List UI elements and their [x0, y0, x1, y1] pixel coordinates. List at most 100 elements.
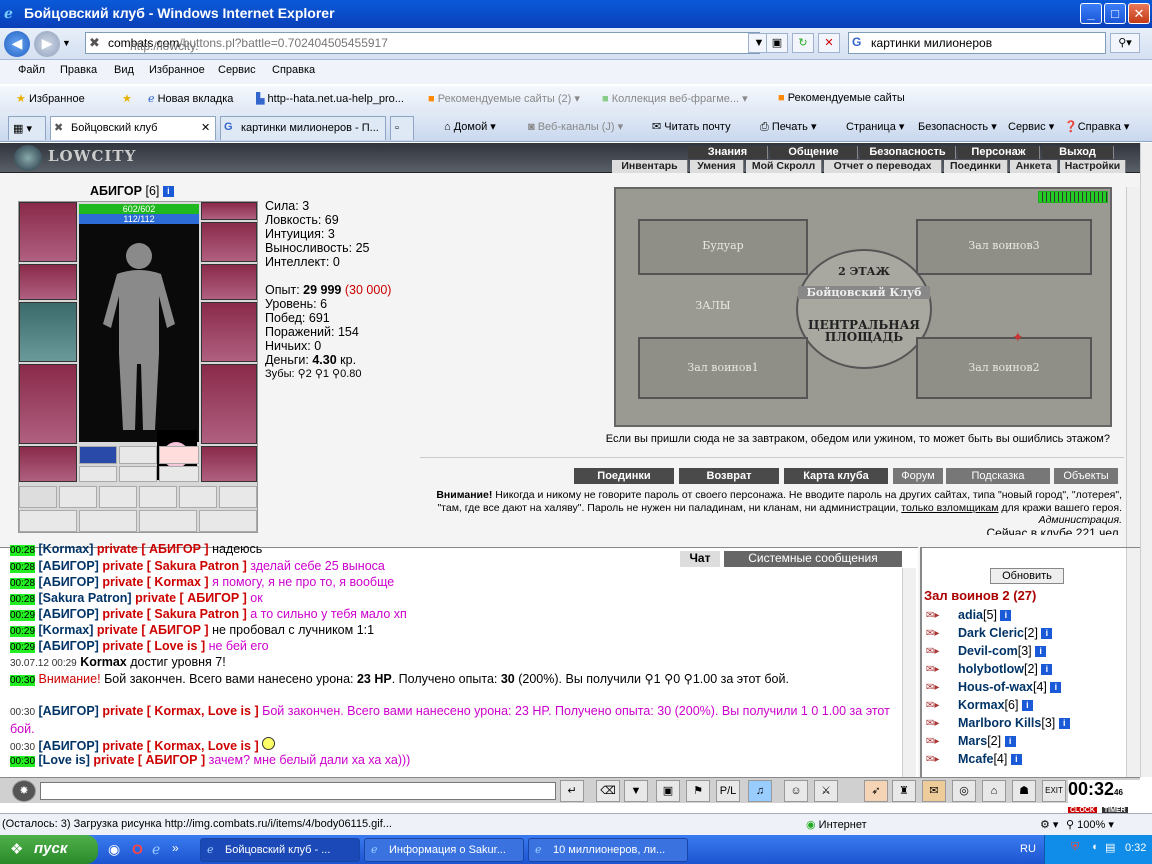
quicklaunch-more-icon[interactable]: » [172, 841, 179, 855]
user-info-icon[interactable]: i [1000, 610, 1012, 622]
user-info-icon[interactable]: i [1004, 736, 1016, 748]
menu-help[interactable]: Справка [272, 64, 315, 76]
arrow-action-icon[interactable]: ➶ [864, 780, 888, 802]
user-item[interactable]: Dark Cleric[2] i [958, 626, 1053, 640]
user-info-icon[interactable]: i [1041, 628, 1053, 640]
fav-link-suggested-2[interactable]: ■ Рекомендуемые сайты [778, 92, 905, 104]
read-mail-button[interactable]: ✉ Читать почту [652, 120, 731, 133]
refresh-users-button[interactable]: Обновить [990, 568, 1064, 584]
room-hall-2[interactable]: Зал воинов2 [916, 337, 1092, 399]
nav-communication[interactable]: Общение [770, 146, 858, 159]
tab-chat[interactable]: Чат [680, 551, 720, 567]
user-item[interactable]: Devil-com[3] i [958, 644, 1047, 658]
private-msg-icon[interactable]: ✉▸ [926, 736, 948, 748]
compat-view-icon[interactable]: ▣ [766, 33, 788, 53]
save-log-icon[interactable]: ▣ [656, 780, 680, 802]
room-hall-1[interactable]: Зал воинов1 [638, 337, 808, 399]
menu-file[interactable]: Файл [18, 64, 45, 76]
back-button[interactable]: ◀ [4, 31, 30, 57]
slot-belt[interactable] [19, 446, 77, 482]
cat-icon[interactable]: ☗ [1012, 780, 1036, 802]
chat-filter-icon[interactable]: ✸ [12, 780, 36, 802]
maximize-button[interactable]: □ [1104, 3, 1126, 24]
user-info-icon[interactable]: i [1050, 682, 1062, 694]
help-menu-button[interactable]: ❓Справка ▾ [1064, 120, 1129, 133]
clan-icon[interactable]: ⚔ [814, 780, 838, 802]
user-info-icon[interactable]: i [1041, 664, 1053, 676]
nav-character[interactable]: Персонаж [958, 146, 1040, 159]
room-boudoir[interactable]: Будуар [638, 219, 808, 275]
slot-earrings[interactable] [201, 202, 257, 220]
user-info-icon[interactable]: i [1021, 700, 1033, 712]
slot-bracers[interactable] [19, 264, 77, 300]
tab-millionaires[interactable]: G картинки милионеров - П... [220, 116, 386, 140]
slot-scroll-empty-4[interactable] [179, 486, 217, 508]
fav-link-webslice[interactable]: ■ Коллекция веб-фрагме... ▾ [602, 92, 748, 105]
slot-empty-2[interactable] [79, 466, 117, 482]
subnav-transfers[interactable]: Отчет о переводах [824, 160, 942, 173]
slot-weapon-bow[interactable] [19, 302, 77, 362]
nav-security[interactable]: Безопасность [860, 146, 956, 159]
user-item[interactable]: Marlboro Kills[3] i [958, 716, 1070, 730]
private-msg-icon[interactable]: ✉▸ [926, 754, 948, 766]
hint-button[interactable]: Подсказка [946, 468, 1050, 484]
chrome-quicklaunch-icon[interactable]: ◉ [108, 841, 120, 858]
user-item[interactable]: Mars[2] i [958, 734, 1016, 748]
ie-quicklaunch-icon[interactable]: ℯ [152, 841, 160, 858]
task-fight-club[interactable]: ℯ Бойцовский клуб - ... [200, 838, 360, 862]
objects-button[interactable]: Объекты [1054, 468, 1118, 484]
battles-button[interactable]: Поединки [574, 468, 674, 484]
private-msg-icon[interactable]: ✉▸ [926, 610, 948, 622]
new-tab-button[interactable]: ▫ [390, 116, 414, 140]
slot-helmet[interactable] [19, 202, 77, 262]
exit-icon[interactable]: EXIT [1042, 780, 1066, 802]
address-input[interactable]: ✖ http://lowcity. combats.com/buttons.pl?… [85, 32, 760, 54]
subnav-settings[interactable]: Настройки [1060, 160, 1126, 173]
user-info-icon[interactable]: i [1010, 754, 1022, 766]
slot-gloves[interactable] [201, 264, 257, 300]
subnav-inventory[interactable]: Инвентарь [612, 160, 688, 173]
browser-scrollbar[interactable] [1140, 143, 1152, 777]
home-button[interactable]: ⌂ Домой ▾ [444, 120, 496, 133]
safety-menu-button[interactable]: Безопасность ▾ [918, 120, 997, 133]
search-input[interactable]: G картинки милионеров [848, 32, 1106, 54]
chat-scrollbar[interactable] [902, 568, 916, 778]
opera-quicklaunch-icon[interactable]: O [132, 841, 143, 857]
smiles-icon[interactable]: ☺ [784, 780, 808, 802]
slot-rings[interactable] [201, 222, 257, 262]
user-item[interactable]: Hous-of-wax[4] i [958, 680, 1062, 694]
task-sakura-info[interactable]: ℯ Информация о Sakur... [364, 838, 524, 862]
slot-boots[interactable] [201, 446, 257, 482]
char-info-icon[interactable]: i [162, 186, 174, 198]
private-msg-icon[interactable]: ✉▸ [926, 628, 948, 640]
userlist-scrollbar[interactable] [1126, 548, 1140, 778]
user-info-icon[interactable]: i [1035, 646, 1047, 658]
slot-potion[interactable] [159, 446, 199, 464]
slot-scroll-empty-2[interactable] [99, 486, 137, 508]
user-item[interactable]: Kormax[6] i [958, 698, 1033, 712]
subnav-skills[interactable]: Умения [690, 160, 744, 173]
user-item[interactable]: holybotlow[2] i [958, 662, 1053, 676]
print-button[interactable]: ⎙ Печать ▾ [760, 120, 817, 134]
slot-scroll-empty-7[interactable] [79, 510, 137, 532]
club-map-button[interactable]: Карта клуба [784, 468, 888, 484]
slot-scroll-empty-5[interactable] [219, 486, 257, 508]
chat-input[interactable] [40, 782, 556, 800]
return-button[interactable]: Возврат [679, 468, 779, 484]
slot-scroll-empty-9[interactable] [199, 510, 257, 532]
warning-link[interactable]: только взломщикам [901, 502, 998, 514]
private-msg-icon[interactable]: ✉▸ [926, 700, 948, 712]
minimize-button[interactable]: _ [1080, 3, 1102, 24]
ring-icon[interactable]: ◎ [952, 780, 976, 802]
private-msg-icon[interactable]: ✉▸ [926, 682, 948, 694]
slot-amulet[interactable] [79, 446, 117, 464]
room-central-square[interactable]: 2 ЭТАЖ Бойцовский Клуб ЦЕНТРАЛЬНАЯ ПЛОЩА… [796, 249, 932, 369]
stop-icon[interactable]: ✕ [818, 33, 840, 53]
room-hall-3[interactable]: Зал воинов3 [916, 219, 1092, 275]
refresh-icon[interactable]: ↻ [792, 33, 814, 53]
tab-close-icon[interactable]: ✕ [201, 121, 210, 134]
language-indicator[interactable]: RU [1020, 843, 1036, 855]
fav-link-hata[interactable]: ▙ http--hata.net.ua-help_pro... [256, 92, 418, 105]
quick-tabs-button[interactable]: ▦ ▾ [8, 116, 46, 140]
slot-empty-3[interactable] [119, 466, 157, 482]
